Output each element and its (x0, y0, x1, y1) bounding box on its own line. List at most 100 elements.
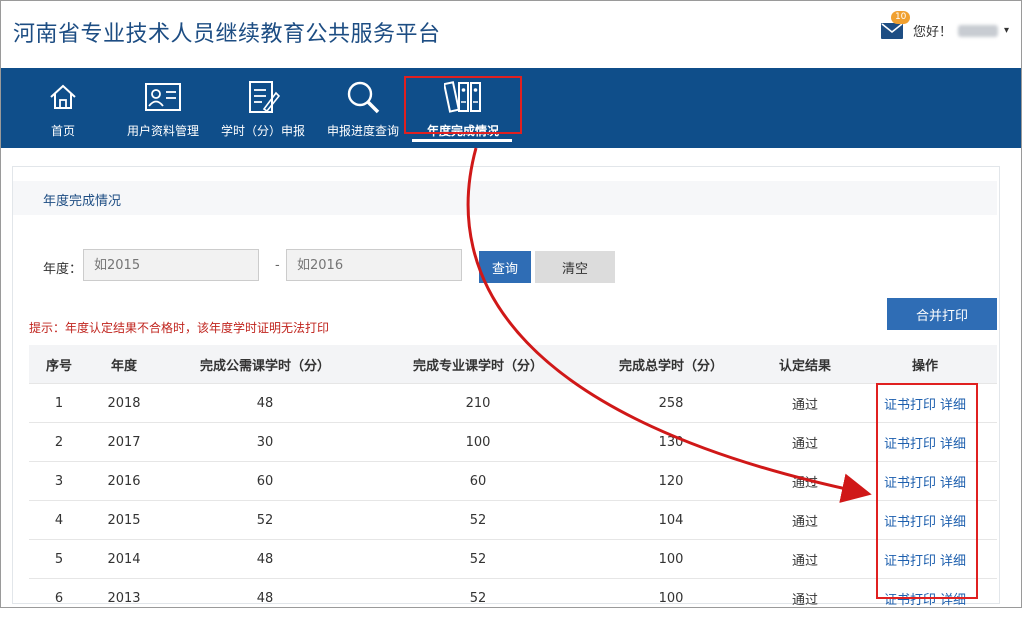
cell-total-hours: 100 (585, 540, 757, 579)
print-certificate-link[interactable]: 证书打印 (884, 437, 936, 452)
active-tab-indicator (412, 139, 512, 142)
table-row: 2201730100130通过证书打印详细 (29, 423, 997, 462)
cell-no: 5 (29, 540, 89, 579)
col-header-year: 年度 (89, 345, 159, 384)
chevron-down-icon[interactable]: ▾ (1004, 25, 1009, 36)
nav-label: 申报进度查询 (327, 122, 399, 139)
cell-no: 1 (29, 384, 89, 423)
magnifier-icon (345, 78, 381, 116)
cell-public-hours: 48 (159, 384, 371, 423)
cell-public-hours: 60 (159, 462, 371, 501)
cell-total-hours: 130 (585, 423, 757, 462)
panel-title: 年度完成情况 (43, 190, 121, 209)
cell-pro-hours: 100 (371, 423, 585, 462)
cell-result: 通过 (757, 579, 853, 617)
year-filter: 年度： - 查询 清空 (13, 249, 999, 283)
panel-header: 年度完成情况 (13, 181, 997, 215)
col-header-result: 认定结果 (757, 345, 853, 384)
query-button[interactable]: 查询 (479, 251, 531, 283)
nav-label: 用户资料管理 (127, 122, 199, 139)
print-certificate-link[interactable]: 证书打印 (884, 476, 936, 491)
cell-pro-hours: 210 (371, 384, 585, 423)
print-certificate-link[interactable]: 证书打印 (884, 593, 936, 608)
username-redacted[interactable] (958, 25, 998, 37)
nav-label: 首页 (51, 122, 75, 139)
cell-actions: 证书打印详细 (853, 501, 997, 540)
top-header: 河南省专业技术人员继续教育公共服务平台 10 您好！ ▾ (1, 1, 1021, 67)
cell-no: 4 (29, 501, 89, 540)
clear-button[interactable]: 清空 (535, 251, 615, 283)
cell-total-hours: 104 (585, 501, 757, 540)
detail-link[interactable]: 详细 (940, 515, 966, 530)
cell-actions: 证书打印详细 (853, 540, 997, 579)
annotation-highlight-box (404, 76, 522, 134)
cell-result: 通过 (757, 462, 853, 501)
cell-pro-hours: 52 (371, 501, 585, 540)
col-header-public-hours: 完成公需课学时（分） (159, 345, 371, 384)
detail-link[interactable]: 详细 (940, 593, 966, 608)
nav-item-hours-declare[interactable]: 学时（分）申报 (217, 68, 309, 148)
col-header-no: 序号 (29, 345, 89, 384)
mail-icon[interactable]: 10 (881, 23, 903, 39)
cell-total-hours: 100 (585, 579, 757, 617)
year-from-input[interactable] (83, 249, 259, 281)
cell-pro-hours: 52 (371, 579, 585, 617)
cell-year: 2015 (89, 501, 159, 540)
cell-result: 通过 (757, 384, 853, 423)
cell-year: 2013 (89, 579, 159, 617)
detail-link[interactable]: 详细 (940, 398, 966, 413)
document-edit-icon (246, 78, 280, 116)
cell-no: 3 (29, 462, 89, 501)
table-row: 420155252104通过证书打印详细 (29, 501, 997, 540)
nav-item-home[interactable]: 首页 (31, 68, 95, 148)
hint-text: 提示：年度认定结果不合格时，该年度学时证明无法打印 (29, 319, 329, 336)
home-icon (48, 78, 78, 116)
cell-public-hours: 48 (159, 540, 371, 579)
nav-label: 学时（分）申报 (221, 122, 305, 139)
cell-result: 通过 (757, 540, 853, 579)
cell-result: 通过 (757, 423, 853, 462)
cell-public-hours: 52 (159, 501, 371, 540)
site-title: 河南省专业技术人员继续教育公共服务平台 (13, 16, 441, 48)
nav-item-user-profile[interactable]: 用户资料管理 (123, 68, 203, 148)
cell-no: 2 (29, 423, 89, 462)
completion-table: 序号 年度 完成公需课学时（分） 完成专业课学时（分） 完成总学时（分） 认定结… (29, 345, 997, 617)
table-row: 1201848210258通过证书打印详细 (29, 384, 997, 423)
merge-print-button[interactable]: 合并打印 (887, 298, 997, 330)
cell-year: 2014 (89, 540, 159, 579)
print-certificate-link[interactable]: 证书打印 (884, 554, 936, 569)
annual-completion-panel: 年度完成情况 年度： - 查询 清空 合并打印 提示：年度认定结果不合格时，该年… (12, 166, 1000, 604)
cell-result: 通过 (757, 501, 853, 540)
cell-total-hours: 258 (585, 384, 757, 423)
user-area: 10 您好！ ▾ (881, 21, 1009, 40)
cell-year: 2017 (89, 423, 159, 462)
nav-item-progress-query[interactable]: 申报进度查询 (323, 68, 403, 148)
detail-link[interactable]: 详细 (940, 437, 966, 452)
table-header-row: 序号 年度 完成公需课学时（分） 完成专业课学时（分） 完成总学时（分） 认定结… (29, 345, 997, 384)
cell-year: 2018 (89, 384, 159, 423)
table-row: 320166060120通过证书打印详细 (29, 462, 997, 501)
cell-year: 2016 (89, 462, 159, 501)
print-certificate-link[interactable]: 证书打印 (884, 398, 936, 413)
year-label: 年度： (43, 258, 82, 277)
print-certificate-link[interactable]: 证书打印 (884, 515, 936, 530)
mail-count-badge: 10 (891, 11, 910, 24)
cell-actions: 证书打印详细 (853, 579, 997, 617)
cell-no: 6 (29, 579, 89, 617)
range-separator: - (275, 258, 280, 273)
cell-public-hours: 30 (159, 423, 371, 462)
detail-link[interactable]: 详细 (940, 476, 966, 491)
col-header-pro-hours: 完成专业课学时（分） (371, 345, 585, 384)
cell-actions: 证书打印详细 (853, 423, 997, 462)
greeting-text: 您好！ (913, 21, 952, 40)
col-header-actions: 操作 (853, 345, 997, 384)
detail-link[interactable]: 详细 (940, 554, 966, 569)
cell-actions: 证书打印详细 (853, 462, 997, 501)
cell-pro-hours: 60 (371, 462, 585, 501)
year-to-input[interactable] (286, 249, 462, 281)
main-nav: 首页 用户资料管理 学时（分）申报 申报进度查询 年度完成情况 (1, 68, 1021, 148)
col-header-total-hours: 完成总学时（分） (585, 345, 757, 384)
cell-actions: 证书打印详细 (853, 384, 997, 423)
table-row: 620134852100通过证书打印详细 (29, 579, 997, 617)
id-card-icon (144, 78, 182, 116)
